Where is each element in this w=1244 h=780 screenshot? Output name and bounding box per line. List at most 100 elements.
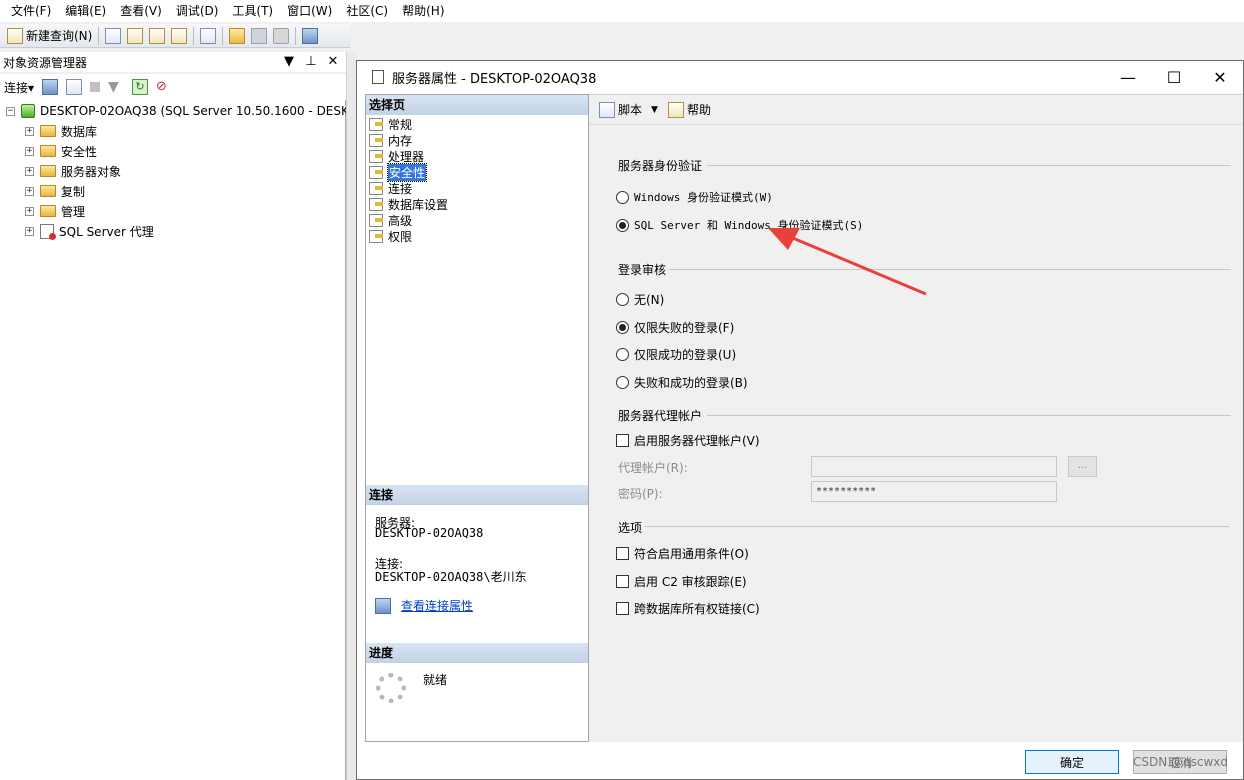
print-button[interactable]: [270, 25, 292, 47]
menu-tools[interactable]: 工具(T): [225, 1, 280, 21]
dmx-query-button[interactable]: [146, 25, 168, 47]
checkbox[interactable]: [616, 433, 629, 447]
proxy-section-title: 服务器代理帐户: [618, 409, 703, 423]
refresh-icon[interactable]: ↻: [132, 79, 149, 95]
save-button[interactable]: [248, 25, 270, 47]
connection-header: 连接: [366, 485, 588, 505]
help-button[interactable]: 帮助: [665, 99, 714, 121]
page-advanced[interactable]: 高级: [369, 212, 412, 228]
activity-monitor-button[interactable]: [299, 25, 321, 47]
connect-server-icon[interactable]: [42, 79, 59, 95]
audit-failed-radio[interactable]: 仅限失败的登录(F): [616, 319, 734, 335]
menu-help[interactable]: 帮助(H): [395, 1, 451, 21]
checkbox[interactable]: [616, 546, 629, 560]
audit-success-radio[interactable]: 仅限成功的登录(U): [616, 346, 736, 362]
dialog-titlebar: 服务器属性 - DESKTOP-02OAQ38 — ☐ ✕: [357, 61, 1243, 93]
cross-db-chaining-checkbox[interactable]: 跨数据库所有权链接(C): [616, 600, 760, 616]
new-file-button[interactable]: [102, 25, 124, 47]
radio-button[interactable]: [616, 218, 629, 232]
radio-button[interactable]: [616, 347, 629, 361]
connect-dropdown[interactable]: 连接▾: [4, 79, 34, 96]
new-query-button[interactable]: 新建查询(N): [4, 25, 95, 47]
radio-button[interactable]: [616, 292, 629, 306]
minimize-button[interactable]: —: [1105, 61, 1151, 93]
connection-value: DESKTOP-02OAQ38\老川东: [375, 570, 527, 584]
checkbox[interactable]: [616, 601, 629, 615]
page-processors[interactable]: 处理器: [369, 148, 424, 164]
open-button[interactable]: [226, 25, 248, 47]
proxy-account-field[interactable]: [811, 456, 1057, 477]
filter-icon[interactable]: ▼: [108, 79, 124, 95]
menu-edit[interactable]: 编辑(E): [58, 1, 113, 21]
maximize-button[interactable]: ☐: [1151, 61, 1197, 93]
page-memory[interactable]: 内存: [369, 132, 412, 148]
tree-node-server[interactable]: − DESKTOP-02OAQ38 (SQL Server 10.50.1600…: [6, 101, 355, 121]
proxy-browse-button[interactable]: ...: [1068, 456, 1097, 477]
radio-button[interactable]: [616, 190, 629, 204]
menu-file[interactable]: 文件(F): [4, 1, 58, 21]
pin-icon[interactable]: ⊥: [304, 54, 318, 70]
page-icon: [369, 149, 383, 163]
expand-icon[interactable]: +: [25, 146, 34, 156]
tree-node-server-objects[interactable]: + 服务器对象: [25, 161, 121, 181]
page-icon: [369, 117, 383, 131]
expand-icon[interactable]: +: [25, 206, 34, 216]
page-connections[interactable]: 连接: [369, 180, 412, 196]
folder-icon: [40, 145, 56, 157]
page-label: 安全性: [386, 162, 428, 182]
expand-icon[interactable]: +: [25, 166, 34, 176]
checkbox[interactable]: [616, 574, 629, 588]
audit-none-radio[interactable]: 无(N): [616, 291, 664, 307]
menu-bar: 文件(F) 编辑(E) 查看(V) 调试(D) 工具(T) 窗口(W) 社区(C…: [0, 0, 1244, 22]
panel-splitter[interactable]: [346, 52, 356, 780]
menu-community[interactable]: 社区(C): [339, 1, 395, 21]
script-label: 脚本: [618, 103, 643, 117]
options-section-title: 选项: [618, 521, 643, 535]
page-security[interactable]: 安全性: [369, 162, 428, 182]
audit-both-radio[interactable]: 失败和成功的登录(B): [616, 374, 748, 390]
common-criteria-checkbox[interactable]: 符合启用通用条件(O): [616, 545, 749, 561]
page-general[interactable]: 常规: [369, 116, 412, 132]
page-icon: [369, 165, 383, 179]
view-connection-link[interactable]: 查看连接属性: [401, 597, 473, 614]
tree-node-databases[interactable]: + 数据库: [25, 121, 97, 141]
tree-node-management[interactable]: + 管理: [25, 201, 85, 221]
c2-audit-checkbox[interactable]: 启用 C2 审核跟踪(E): [616, 573, 747, 589]
close-button[interactable]: ✕: [1197, 61, 1243, 93]
dropdown-arrow-icon[interactable]: ▼: [282, 54, 296, 70]
windows-auth-radio[interactable]: Windows 身份验证模式(W): [616, 189, 773, 205]
xmla-query-button[interactable]: [168, 25, 190, 47]
expand-icon[interactable]: +: [25, 226, 34, 236]
new-query-label: 新建查询(N): [26, 29, 93, 43]
page-permissions[interactable]: 权限: [369, 228, 412, 244]
enable-proxy-checkbox[interactable]: 启用服务器代理帐户(V): [616, 432, 760, 448]
expand-icon[interactable]: +: [25, 186, 34, 196]
mdx-query-button[interactable]: [124, 25, 146, 47]
new-project-button[interactable]: [197, 25, 219, 47]
menu-view[interactable]: 查看(V): [113, 1, 169, 21]
password-field[interactable]: **********: [811, 481, 1057, 502]
tree-node-security[interactable]: + 安全性: [25, 141, 97, 161]
radio-button[interactable]: [616, 375, 629, 389]
menu-window[interactable]: 窗口(W): [280, 1, 339, 21]
folder-icon: [40, 185, 56, 197]
ok-button[interactable]: 确定: [1025, 750, 1119, 774]
content-toolbar: 脚本 ▼ 帮助: [589, 95, 1243, 125]
page-icon: [369, 197, 383, 211]
page-label: 处理器: [388, 149, 425, 164]
expand-icon[interactable]: +: [25, 126, 34, 136]
script-button[interactable]: 脚本 ▼: [596, 99, 661, 121]
view-connection-properties[interactable]: 查看连接属性: [375, 597, 473, 614]
open-folder-icon: [229, 27, 246, 44]
radio-button[interactable]: [616, 320, 629, 334]
page-database-settings[interactable]: 数据库设置: [369, 196, 448, 212]
tree-node-sql-agent[interactable]: + SQL Server 代理: [25, 221, 154, 241]
menu-debug[interactable]: 调试(D): [169, 1, 226, 21]
summary-icon[interactable]: ⊘: [156, 79, 172, 95]
stop-icon[interactable]: [90, 82, 101, 92]
collapse-icon[interactable]: −: [6, 106, 15, 116]
disconnect-icon[interactable]: [66, 79, 83, 95]
tree-node-label: SQL Server 代理: [59, 224, 154, 239]
close-icon[interactable]: ✕: [326, 54, 340, 70]
tree-node-replication[interactable]: + 复制: [25, 181, 85, 201]
